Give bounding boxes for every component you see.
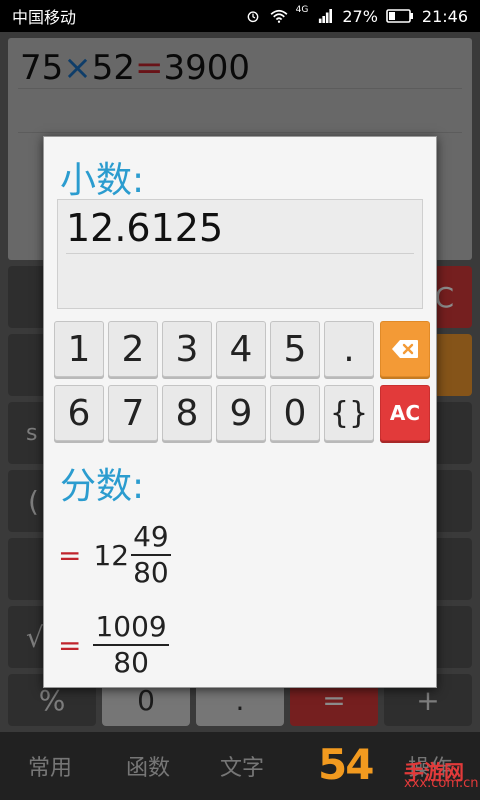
battery-percent: 27% xyxy=(342,6,378,26)
fraction: 1009 80 xyxy=(93,610,169,680)
key-braces[interactable]: {} xyxy=(324,385,374,441)
whole-part: 12 xyxy=(93,538,130,572)
key-1[interactable]: 1 xyxy=(54,321,104,377)
key-label: . xyxy=(343,328,355,370)
key-5[interactable]: 5 xyxy=(270,321,320,377)
key-label: AC xyxy=(389,401,421,425)
key-label: 1 xyxy=(67,328,91,370)
key-label: 3 xyxy=(175,328,199,370)
fraction-title: 分数: xyxy=(60,466,145,507)
key-7[interactable]: 7 xyxy=(108,385,158,441)
delete-key[interactable] xyxy=(380,321,430,377)
key-label: 7 xyxy=(121,392,145,434)
signal-icon xyxy=(319,9,333,23)
key-label: {} xyxy=(329,395,369,431)
key-label: 8 xyxy=(175,392,199,434)
watermark-domain: xxx.com.cn xyxy=(404,776,479,791)
backspace-icon xyxy=(392,340,418,358)
input-underline xyxy=(66,253,414,254)
carrier-label: 中国移动 xyxy=(12,8,77,27)
denominator: 80 xyxy=(113,646,149,679)
key-0[interactable]: 0 xyxy=(270,385,320,441)
numerator: 1009 xyxy=(95,610,167,643)
key-label: 9 xyxy=(229,392,253,434)
key-label: 2 xyxy=(121,328,145,370)
all-clear-key[interactable]: AC xyxy=(380,385,430,441)
decimal-value: 12.6125 xyxy=(66,206,224,250)
watermark-logo: 54 手游网 xxx.com.cn xyxy=(318,732,480,800)
equals-sign: = xyxy=(58,538,82,572)
key-label: 5 xyxy=(283,328,307,370)
alarm-icon xyxy=(247,11,258,23)
equals-sign: = xyxy=(58,628,82,662)
wifi-icon xyxy=(270,9,288,23)
status-icons: 4G 27% 21:46 xyxy=(244,5,468,26)
network-type-label: 4G xyxy=(295,5,309,15)
numerator: 49 xyxy=(133,520,169,553)
key-label: 4 xyxy=(229,328,253,370)
denominator: 80 xyxy=(133,556,169,589)
key-9[interactable]: 9 xyxy=(216,385,266,441)
key-3[interactable]: 3 xyxy=(162,321,212,377)
key-8[interactable]: 8 xyxy=(162,385,212,441)
key-dot[interactable]: . xyxy=(324,321,374,377)
key-4[interactable]: 4 xyxy=(216,321,266,377)
fraction: 49 80 xyxy=(131,520,171,590)
decimal-title: 小数: xyxy=(60,160,145,201)
key-label: 6 xyxy=(67,392,91,434)
mixed-fraction-result: = 12 49 80 xyxy=(58,515,171,595)
decimal-input[interactable]: 12.6125 xyxy=(57,199,423,309)
key-2[interactable]: 2 xyxy=(108,321,158,377)
clock: 21:46 xyxy=(421,6,468,26)
key-6[interactable]: 6 xyxy=(54,385,104,441)
status-bar: 中国移动 4G 27% 21:46 xyxy=(0,0,480,32)
decimal-to-fraction-dialog: 小数: 12.6125 1 2 3 4 5 . 6 7 8 9 0 {} AC … xyxy=(43,136,437,688)
key-label: 0 xyxy=(283,392,307,434)
watermark-number: 54 xyxy=(318,740,374,789)
battery-icon xyxy=(386,9,413,23)
improper-fraction-result: = 1009 80 xyxy=(58,605,169,685)
